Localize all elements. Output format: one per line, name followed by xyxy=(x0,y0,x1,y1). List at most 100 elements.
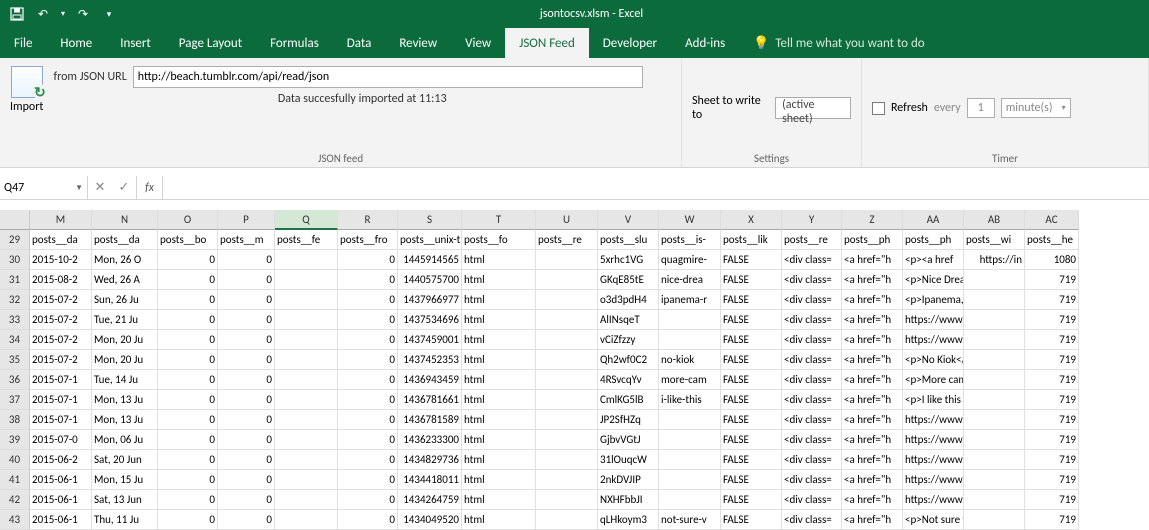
cell[interactable]: 719 xyxy=(1025,390,1079,410)
cell[interactable]: <div class= xyxy=(782,290,842,310)
row-header[interactable]: 34 xyxy=(0,330,30,350)
cell[interactable] xyxy=(536,330,598,350)
cell[interactable]: 719 xyxy=(1025,370,1079,390)
cell[interactable]: GjbvVGtJ xyxy=(598,430,659,450)
cell[interactable]: FALSE xyxy=(721,270,782,290)
cell[interactable]: Mon, 20 Ju xyxy=(92,350,158,370)
tab-view[interactable]: View xyxy=(451,28,505,58)
cell[interactable]: https://www.tumblr. xyxy=(903,430,964,450)
cell[interactable] xyxy=(275,290,338,310)
cell[interactable]: 0 xyxy=(218,430,275,450)
cell[interactable]: https://www.tumblr. xyxy=(903,410,964,430)
cell[interactable] xyxy=(275,510,338,530)
cell[interactable]: 0 xyxy=(338,410,398,430)
cell[interactable]: <div class= xyxy=(782,350,842,370)
cell[interactable]: 719 xyxy=(1025,410,1079,430)
row-header[interactable]: 41 xyxy=(0,470,30,490)
cell[interactable]: html xyxy=(462,370,536,390)
header-cell[interactable]: posts__fro xyxy=(338,230,398,250)
cell[interactable] xyxy=(275,430,338,450)
header-cell[interactable]: posts__he xyxy=(1025,230,1079,250)
cell[interactable]: 2015-08-2 xyxy=(30,270,92,290)
cell[interactable]: 719 xyxy=(1025,430,1079,450)
cell[interactable]: <div class= xyxy=(782,390,842,410)
cell[interactable]: 0 xyxy=(218,470,275,490)
row-header[interactable]: 35 xyxy=(0,350,30,370)
cell[interactable] xyxy=(964,390,1025,410)
cell[interactable] xyxy=(275,370,338,390)
cell[interactable] xyxy=(536,350,598,370)
tab-insert[interactable]: Insert xyxy=(106,28,165,58)
cell[interactable]: 2015-06-1 xyxy=(30,510,92,530)
column-header[interactable]: R xyxy=(338,210,398,230)
cell[interactable]: 1080 xyxy=(1025,250,1079,270)
cell[interactable]: https://in xyxy=(964,250,1025,270)
sheet-selector[interactable]: (active sheet) xyxy=(775,97,851,119)
cell[interactable]: FALSE xyxy=(721,430,782,450)
cell[interactable]: 2015-06-1 xyxy=(30,470,92,490)
column-header[interactable]: U xyxy=(536,210,598,230)
cell[interactable] xyxy=(964,330,1025,350)
cell[interactable]: 0 xyxy=(218,450,275,470)
cell[interactable]: 719 xyxy=(1025,490,1079,510)
cell[interactable]: <div class= xyxy=(782,310,842,330)
redo-icon[interactable]: ↷ xyxy=(72,3,94,25)
cell[interactable]: html xyxy=(462,490,536,510)
header-cell[interactable]: posts__ph xyxy=(903,230,964,250)
cell[interactable] xyxy=(536,470,598,490)
spreadsheet-grid[interactable]: 293031323334353637383940414243 MNOPQRSTU… xyxy=(0,210,1149,530)
undo-icon[interactable]: ↶ xyxy=(32,3,54,25)
cell[interactable]: 5xrhc1VG xyxy=(598,250,659,270)
cell[interactable] xyxy=(964,290,1025,310)
cell[interactable]: 2015-06-1 xyxy=(30,490,92,510)
cell[interactable]: 0 xyxy=(158,370,218,390)
header-cell[interactable]: posts__ph xyxy=(842,230,903,250)
row-header[interactable]: 38 xyxy=(0,410,30,430)
cell[interactable]: 1436233300 xyxy=(398,430,462,450)
cell[interactable]: <div class= xyxy=(782,330,842,350)
header-cell[interactable]: posts__m xyxy=(218,230,275,250)
column-header[interactable]: V xyxy=(598,210,659,230)
cell[interactable]: 0 xyxy=(158,270,218,290)
cell[interactable]: 0 xyxy=(218,510,275,530)
cell[interactable]: 719 xyxy=(1025,450,1079,470)
cell[interactable]: 0 xyxy=(338,430,398,450)
cell[interactable]: <a href="h xyxy=(842,430,903,450)
header-cell[interactable]: posts__lik xyxy=(721,230,782,250)
cell[interactable]: html xyxy=(462,410,536,430)
cell[interactable]: <a href="h xyxy=(842,410,903,430)
cell[interactable]: https://www.tumblr. xyxy=(903,470,964,490)
cell[interactable]: 0 xyxy=(218,350,275,370)
cell[interactable] xyxy=(275,470,338,490)
cell[interactable]: <a href="h xyxy=(842,270,903,290)
cell[interactable]: 0 xyxy=(158,490,218,510)
cell[interactable] xyxy=(275,410,338,430)
row-header[interactable]: 37 xyxy=(0,390,30,410)
column-header[interactable]: Y xyxy=(782,210,842,230)
column-header[interactable]: P xyxy=(218,210,275,230)
column-header[interactable]: Q xyxy=(275,210,338,230)
tell-me-search[interactable]: 💡 Tell me what you want to do xyxy=(739,28,939,58)
cell[interactable]: 1436943459 xyxy=(398,370,462,390)
cell[interactable]: AlINsqeT xyxy=(598,310,659,330)
cell[interactable]: 719 xyxy=(1025,350,1079,370)
cell[interactable]: html xyxy=(462,510,536,530)
cell[interactable]: html xyxy=(462,330,536,350)
cell[interactable]: Mon, 13 Ju xyxy=(92,410,158,430)
cell[interactable]: <a href="h xyxy=(842,370,903,390)
cell[interactable] xyxy=(964,450,1025,470)
cell[interactable]: <div class= xyxy=(782,510,842,530)
cell[interactable]: 2015-07-2 xyxy=(30,350,92,370)
cell[interactable]: 1437459001 xyxy=(398,330,462,350)
cell[interactable]: 719 xyxy=(1025,510,1079,530)
cell[interactable]: <div class= xyxy=(782,470,842,490)
cell[interactable] xyxy=(659,450,721,470)
cell[interactable]: 0 xyxy=(338,350,398,370)
header-cell[interactable]: posts__wi xyxy=(964,230,1025,250)
cell[interactable]: https://www.tumblr. xyxy=(903,450,964,470)
tab-json-feed[interactable]: JSON Feed xyxy=(505,28,589,58)
cell[interactable] xyxy=(659,490,721,510)
cell[interactable]: <a href="h xyxy=(842,450,903,470)
cell[interactable] xyxy=(964,350,1025,370)
cell[interactable]: 719 xyxy=(1025,310,1079,330)
